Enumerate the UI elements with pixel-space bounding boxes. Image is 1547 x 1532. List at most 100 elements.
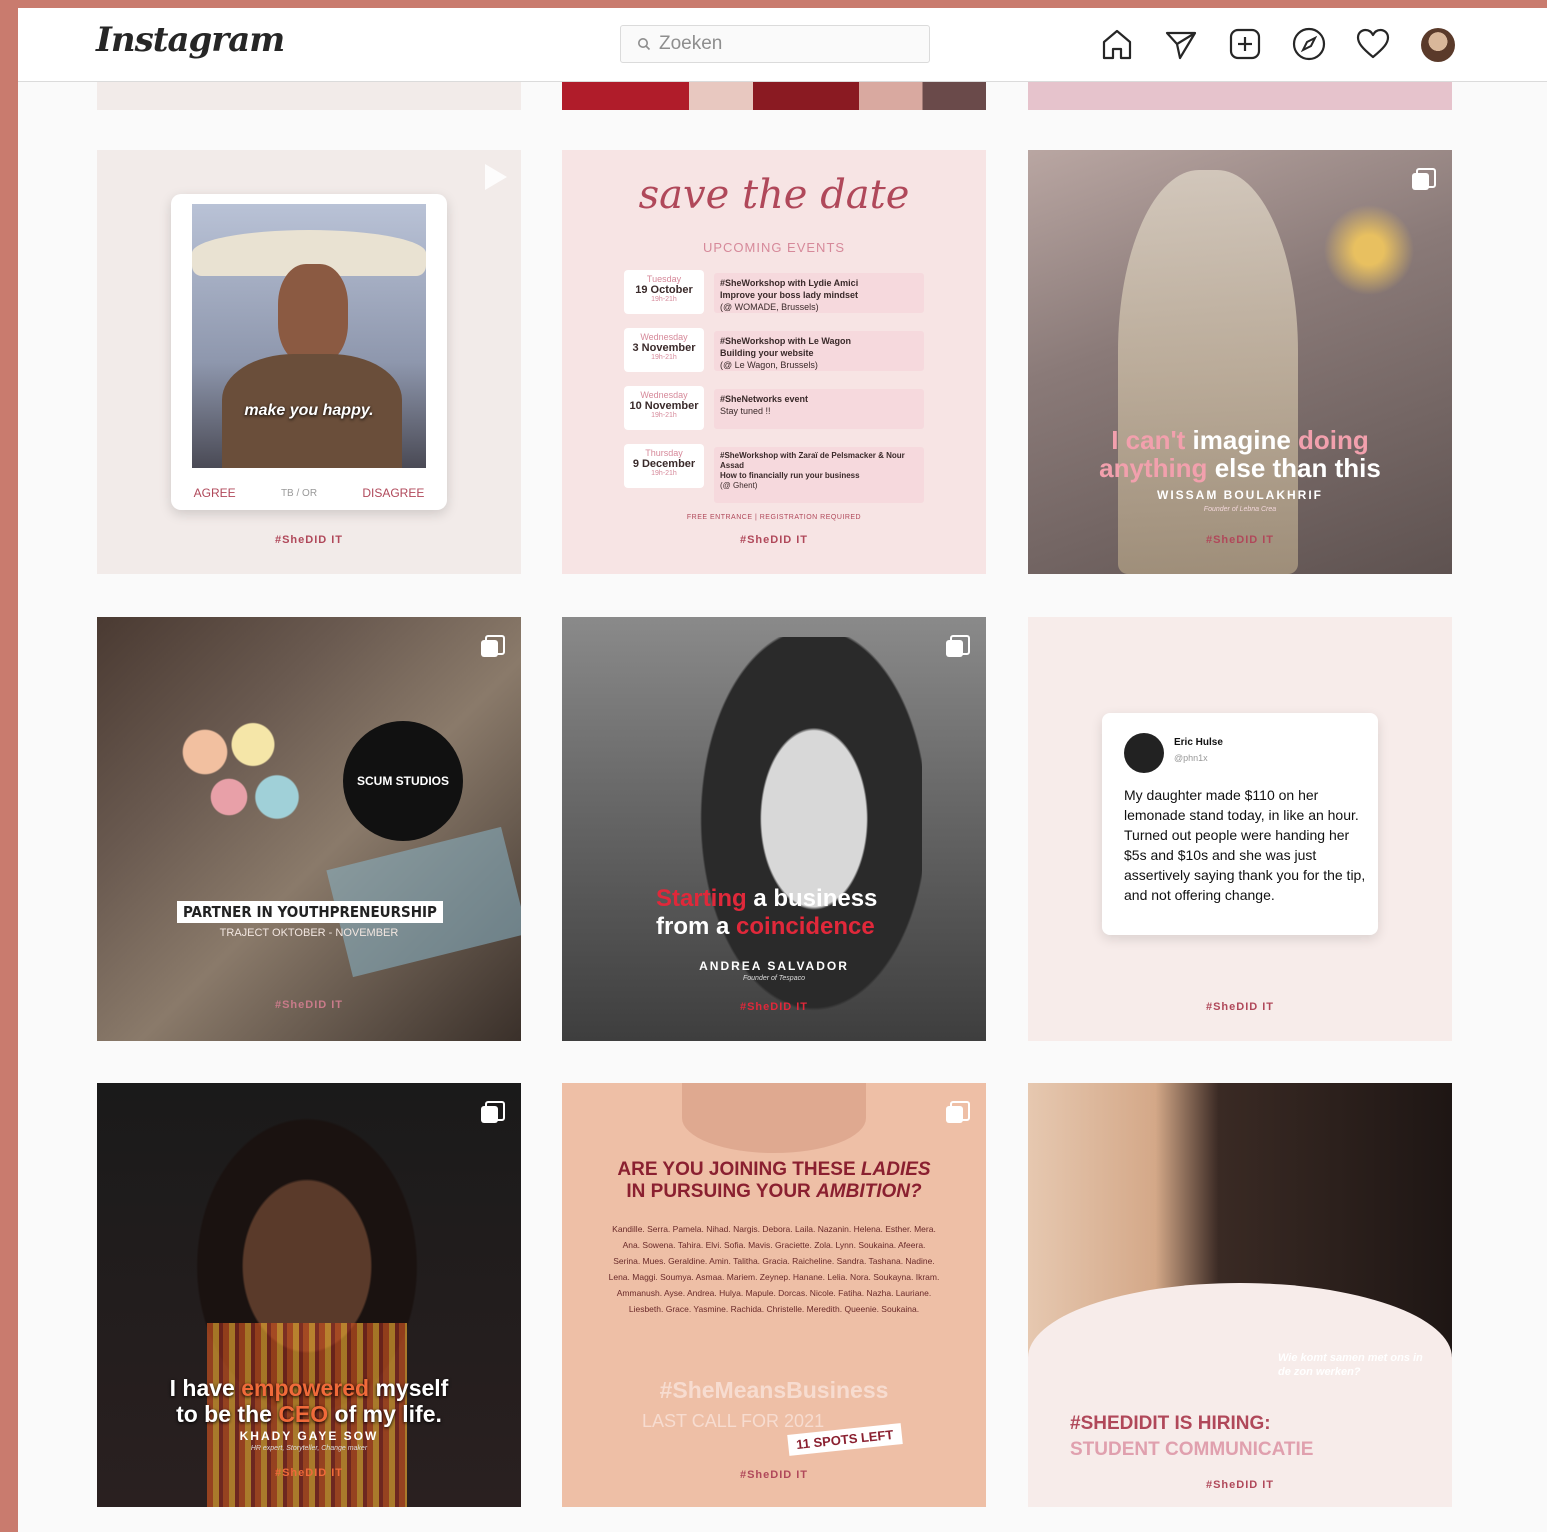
post-tile-partial-1[interactable] — [97, 82, 521, 110]
arms-illustration — [682, 1083, 866, 1153]
event-day: Tuesday — [646, 274, 682, 284]
quote-word: of my life. — [334, 1401, 442, 1427]
direct-message-icon[interactable] — [1162, 25, 1200, 63]
event-location: (@ Le Wagon, Brussels) — [720, 360, 818, 370]
post-tile-tweet[interactable]: Eric Hulse @phn1x My daughter made $110 … — [1028, 617, 1452, 1041]
speaker-role: Founder of Lebna Crea — [1203, 506, 1277, 513]
video-caption: make you happy. — [244, 402, 374, 419]
top-nav-bar: Instagram — [18, 8, 1547, 82]
event-day: Wednesday — [640, 332, 688, 342]
video-icon — [485, 164, 507, 190]
hiring-line-1: #SHEDIDIT IS HIRING: — [1070, 1413, 1271, 1434]
event-time: 19h-21h — [651, 354, 677, 361]
quote-word: anything — [1099, 453, 1208, 483]
headline-word: coincidence — [736, 913, 875, 940]
chandelier-glow — [1324, 190, 1414, 310]
activity-heart-icon[interactable] — [1354, 25, 1392, 63]
join-heading: ARE YOU JOINING THESE LADIES IN PURSUING… — [562, 1159, 986, 1203]
brand-mark: #SheDID IT — [739, 534, 809, 546]
headline-word: a business — [753, 885, 878, 912]
upcoming-events-label: UPCOMING EVENTS — [702, 240, 846, 255]
instagram-window: Instagram Zoeken make you happy. AGREE T… — [18, 8, 1547, 1532]
post-tile-khady-gaye-sow[interactable]: I have empowered myself to be the CEO of… — [97, 1083, 521, 1507]
carousel-icon — [1412, 168, 1436, 190]
event-day: Thursday — [645, 448, 683, 458]
tweet-avatar — [1124, 733, 1164, 773]
quote-word: CEO — [278, 1401, 329, 1427]
event-date: 3 November — [632, 342, 696, 354]
quote-word: I can't — [1111, 425, 1186, 455]
event-subtitle: Stay tuned !! — [720, 406, 771, 416]
she-means-business-hashtag: #SheMeansBusiness — [659, 1377, 889, 1403]
poll-divider-label: TB / OR — [280, 487, 318, 499]
quote-text: I have empowered myself to be the CEO of… — [97, 1375, 521, 1427]
quote-word: this — [1334, 453, 1381, 483]
names-list: Kandille. Serra. Pamela. Nihad. Nargis. … — [608, 1224, 940, 1314]
brand-mark: #SheDID IT — [274, 999, 344, 1011]
illustrated-women — [157, 707, 317, 857]
explore-icon[interactable] — [1290, 25, 1328, 63]
carousel-icon — [946, 635, 970, 657]
agree-label: AGREE — [193, 486, 236, 500]
speaker-role: HR expert, Storyteller, Change maker — [250, 1445, 368, 1452]
event-date: 19 October — [635, 284, 693, 296]
post-tile-hiring[interactable]: Wie komt samen met ons in de zon werken?… — [1028, 1083, 1452, 1507]
headline-word: Starting — [656, 885, 747, 912]
event-subtitle: Improve your boss lady mindset — [720, 290, 859, 300]
search-box[interactable] — [620, 25, 930, 63]
quote-text: I can't imagine doing anything else than… — [1028, 426, 1452, 482]
post-tile-youthpreneurship[interactable]: SCUM STUDIOS PARTNER IN YOUTHPRENEURSHIP… — [97, 617, 521, 1041]
speech-bubble-text: Wie komt samen met ons in de zon werken? — [1278, 1352, 1423, 1378]
headline-word: from a — [656, 913, 730, 940]
traject-subtitle: TRAJECT OKTOBER - NOVEMBER — [219, 927, 399, 939]
search-input[interactable] — [659, 33, 909, 55]
photo-wave-mask — [1028, 1283, 1452, 1507]
dress-figure — [1118, 170, 1298, 574]
quote-word: I have — [169, 1375, 235, 1401]
brand-mark: #SheDID IT — [274, 1467, 344, 1479]
hiring-line-2: STUDENT COMMUNICATIE — [1070, 1439, 1314, 1460]
event-title: #SheWorkshop with Le Wagon — [720, 336, 852, 346]
quote-word: empowered — [241, 1375, 370, 1401]
home-icon[interactable] — [1098, 25, 1136, 63]
new-post-icon[interactable] — [1226, 25, 1264, 63]
heading-part: ARE YOU JOINING THESE — [617, 1159, 856, 1180]
brand-mark: #SheDID IT — [739, 1469, 809, 1481]
scum-studios-logo: SCUM STUDIOS — [343, 721, 463, 841]
post-tile-join-ladies[interactable]: ARE YOU JOINING THESE LADIES IN PURSUING… — [562, 1083, 986, 1507]
heading-part: IN PURSUING YOUR — [626, 1181, 811, 1202]
post-tile-partial-2[interactable] — [562, 82, 986, 110]
post-tile-andrea-salvador[interactable]: Starting a business from a coincidence A… — [562, 617, 986, 1041]
brand-mark: #SheDID IT — [1205, 1479, 1275, 1491]
headline-text: Starting a business from a coincidence — [656, 885, 877, 941]
instagram-logo[interactable]: Instagram — [96, 20, 285, 60]
event-location: (@ WOMADE, Brussels) — [720, 302, 819, 312]
quote-word: myself — [375, 1375, 449, 1401]
post-tile-partial-3[interactable] — [1028, 82, 1452, 110]
carousel-icon — [481, 1101, 505, 1123]
event-date: 10 November — [629, 400, 699, 412]
save-the-date-title: save the date — [638, 172, 910, 218]
quote-word: else than — [1214, 453, 1328, 483]
event-row: Thursday 9 December 19h-21h #SheWorkshop w… — [624, 444, 924, 503]
post-tile-wissam-quote[interactable]: I can't imagine doing anything else than… — [1028, 150, 1452, 574]
tweet-card: Eric Hulse @phn1x My daughter made $110 … — [1102, 713, 1378, 935]
speaker-name: KHADY GAYE SOW — [239, 1429, 379, 1443]
video-still: make you happy. — [192, 204, 426, 468]
carousel-icon — [481, 635, 505, 657]
event-time: 19h-21h — [651, 296, 677, 303]
brand-mark: #SheDID IT — [1205, 1001, 1275, 1013]
quote-word: imagine — [1192, 425, 1291, 455]
post-tile-save-the-date[interactable]: save the date UPCOMING EVENTS Tuesday 19 … — [562, 150, 986, 574]
profile-avatar[interactable] — [1421, 28, 1455, 62]
speaker-name: WISSAM BOULAKHRIF — [1157, 488, 1323, 502]
carousel-icon — [946, 1101, 970, 1123]
last-call-text: LAST CALL FOR 2021 — [642, 1411, 825, 1431]
event-day: Wednesday — [640, 390, 688, 400]
search-icon — [638, 38, 651, 51]
brand-mark: #SheDID IT — [739, 1001, 809, 1013]
post-tile-agree-disagree[interactable]: make you happy. AGREE TB / OR DISAGREE #… — [97, 150, 521, 574]
event-title: #SheWorkshop with Zaraï de Pelsmacker & … — [720, 451, 905, 470]
event-title: #SheWorkshop with Lydie Amici — [720, 278, 859, 288]
speaker-role: Founder of Tespaco — [742, 975, 805, 982]
